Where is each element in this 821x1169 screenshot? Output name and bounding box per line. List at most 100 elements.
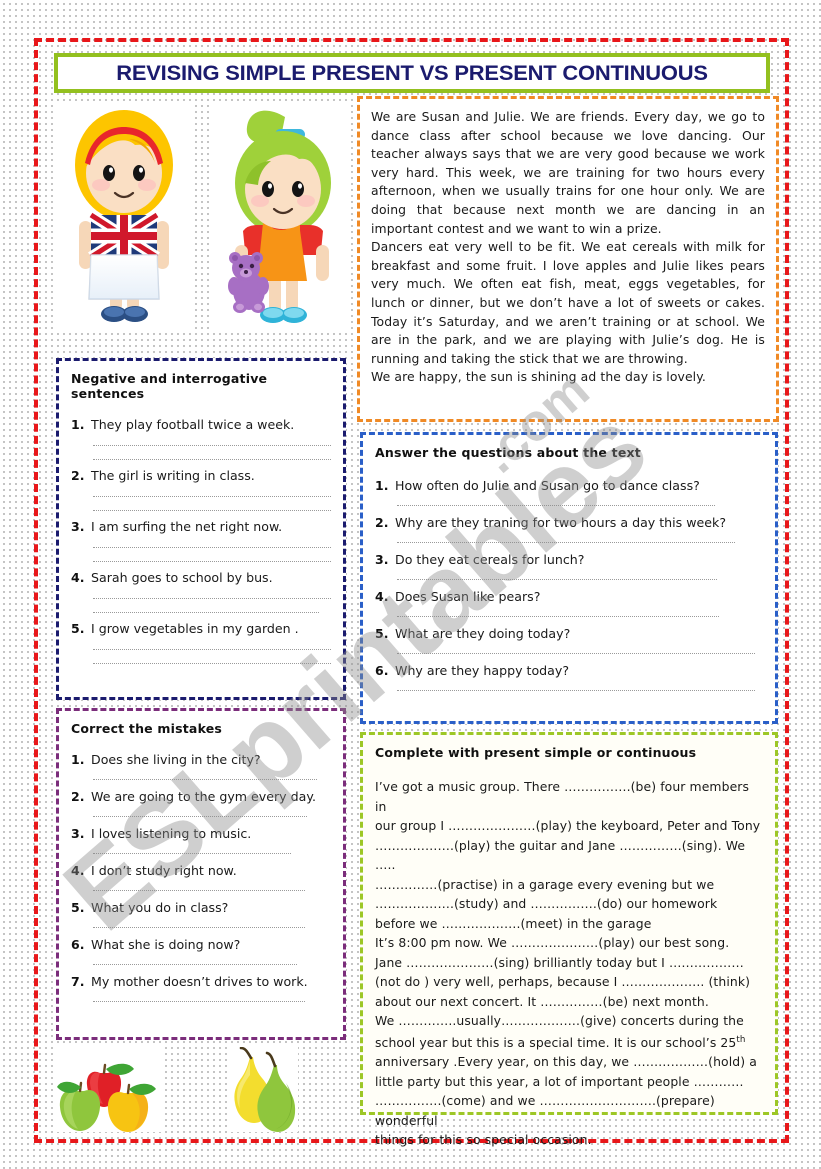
- mistakes-section-title: Correct the mistakes: [71, 721, 223, 736]
- cloze-line[interactable]: ……………….(study) and …………….(do) our homewo…: [375, 894, 763, 914]
- item-number: 2.: [71, 468, 85, 483]
- answer-line[interactable]: [397, 542, 735, 543]
- answer-line[interactable]: [93, 853, 291, 854]
- exercise-item: 3. I loves listening to music.: [71, 826, 331, 841]
- answer-line[interactable]: [93, 816, 307, 817]
- answer-line[interactable]: [93, 890, 305, 891]
- answer-line[interactable]: [93, 612, 319, 613]
- cloze-line-with-ordinal[interactable]: school year but this is a special time. …: [375, 1031, 763, 1053]
- item-text: I am surfing the net right now.: [91, 519, 283, 534]
- item-text: They play football twice a week.: [91, 417, 295, 432]
- item-number: 5.: [375, 626, 389, 641]
- item-text: Do they eat cereals for lunch?: [395, 552, 585, 567]
- exercise-item: 2. We are going to the gym every day.: [71, 789, 331, 804]
- item-text: Does she living in the city?: [91, 752, 261, 767]
- cloze-line[interactable]: ……………(practise) in a garage every evenin…: [375, 875, 763, 895]
- illustration-green-hair-girl: [213, 103, 348, 329]
- cloze-line[interactable]: Jane …………………(sing) brilliantly today but…: [375, 953, 763, 973]
- cloze-line[interactable]: ……………….(play) the guitar and Jane ……………(…: [375, 836, 763, 875]
- item-text: My mother doesn’t drives to work.: [91, 974, 308, 989]
- answer-line[interactable]: [397, 579, 717, 580]
- cloze-line[interactable]: …………….(come) and we ……………………….(prepare) …: [375, 1091, 763, 1130]
- item-text: We are going to the gym every day.: [91, 789, 317, 804]
- answer-line[interactable]: [93, 510, 331, 511]
- answer-line[interactable]: [93, 459, 331, 460]
- answer-line[interactable]: [397, 690, 755, 691]
- answer-line[interactable]: [397, 505, 715, 506]
- exercise-item: 4. I don’t study right now.: [71, 863, 331, 878]
- exercise-item: 4. Does Susan like pears?: [375, 589, 763, 604]
- cloze-line[interactable]: I’ve got a music group. There …………….(be)…: [375, 777, 763, 816]
- reading-passage-panel: We are Susan and Julie. We are friends. …: [357, 96, 779, 422]
- answer-line[interactable]: [397, 653, 755, 654]
- complete-tense-panel: Complete with present simple or continuo…: [360, 732, 778, 1147]
- item-number: 4.: [375, 589, 389, 604]
- item-number: 3.: [71, 519, 85, 534]
- item-number: 1.: [375, 478, 389, 493]
- item-number: 1.: [71, 417, 85, 432]
- item-number: 2.: [71, 789, 85, 804]
- cloze-line[interactable]: It’s 8:00 pm now. We …………………(play) our b…: [375, 933, 763, 953]
- exercise-item: 3. I am surfing the net right now.: [71, 519, 331, 534]
- exercise-item: 5. What are they doing today?: [375, 626, 763, 641]
- illustration-apples: [56, 1047, 164, 1132]
- answer-line[interactable]: [93, 598, 331, 599]
- reading-paragraph-1: We are Susan and Julie. We are friends. …: [371, 109, 765, 236]
- item-number: 5.: [71, 621, 85, 636]
- illustration-pears: [228, 1046, 298, 1132]
- cloze-line[interactable]: anniversary .Every year, on this day, we…: [375, 1052, 763, 1072]
- exercise-item: 2. Why are they traning for two hours a …: [375, 515, 763, 530]
- item-number: 5.: [71, 900, 85, 915]
- exercise-item: 4. Sarah goes to school by bus.: [71, 570, 331, 585]
- answer-line[interactable]: [93, 964, 297, 965]
- answer-line[interactable]: [397, 616, 719, 617]
- answer-line[interactable]: [93, 779, 317, 780]
- page-title-box: REVISING SIMPLE PRESENT VS PRESENT CONTI…: [54, 53, 770, 93]
- answer-line[interactable]: [93, 445, 331, 446]
- item-text: Why are they happy today?: [395, 663, 570, 678]
- answer-questions-panel: Answer the questions about the text 1. H…: [360, 432, 778, 724]
- item-number: 2.: [375, 515, 389, 530]
- exercise-item: 1. They play football twice a week.: [71, 417, 331, 432]
- answer-line[interactable]: [93, 496, 331, 497]
- reading-paragraph-3: We are happy, the sun is shining ad the …: [371, 369, 706, 385]
- page-title: REVISING SIMPLE PRESENT VS PRESENT CONTI…: [116, 60, 708, 85]
- cloze-line[interactable]: before we ……………….(meet) in the garage: [375, 914, 763, 934]
- item-number: 6.: [71, 937, 85, 952]
- exercise-item: 6. Why are they happy today?: [375, 663, 763, 678]
- cloze-line[interactable]: little party but this year, a lot of imp…: [375, 1072, 763, 1092]
- exercise-item: 6. What she is doing now?: [71, 937, 331, 952]
- reading-paragraph-2: Dancers eat very well to be fit. We eat …: [371, 239, 765, 366]
- exercise-item: 5. What you do in class?: [71, 900, 331, 915]
- cloze-line[interactable]: about our next concert. It ……………(be) nex…: [375, 992, 763, 1012]
- answer-line[interactable]: [93, 1001, 305, 1002]
- answer-line[interactable]: [93, 547, 331, 548]
- cloze-line[interactable]: We …………..usually……………….(give) concerts d…: [375, 1011, 763, 1031]
- item-number: 4.: [71, 863, 85, 878]
- ordinal-suffix: th: [736, 1034, 746, 1045]
- answer-line[interactable]: [93, 927, 305, 928]
- item-text: What you do in class?: [91, 900, 229, 915]
- correct-mistakes-panel: Correct the mistakes 1. Does she living …: [56, 708, 346, 1040]
- answer-line[interactable]: [93, 663, 331, 664]
- exercise-item: 1. Does she living in the city?: [71, 752, 331, 767]
- item-text: Does Susan like pears?: [395, 589, 541, 604]
- answer-line[interactable]: [93, 561, 331, 562]
- exercise-item: 5. I grow vegetables in my garden .: [71, 621, 331, 636]
- item-number: 6.: [375, 663, 389, 678]
- questions-section-title: Answer the questions about the text: [375, 445, 641, 460]
- negative-section-title: Negative and interrogative sentences: [71, 371, 268, 401]
- item-text: Sarah goes to school by bus.: [91, 570, 273, 585]
- answer-line[interactable]: [93, 649, 331, 650]
- item-text: I grow vegetables in my garden .: [91, 621, 299, 636]
- item-text: I loves listening to music.: [91, 826, 252, 841]
- exercise-item: 3. Do they eat cereals for lunch?: [375, 552, 763, 567]
- item-text: What she is doing now?: [91, 937, 241, 952]
- item-number: 7.: [71, 974, 85, 989]
- cloze-line[interactable]: things for this so special occasion.: [375, 1130, 763, 1150]
- exercise-item: 1. How often do Julie and Susan go to da…: [375, 478, 763, 493]
- cloze-line[interactable]: (not do ) very well, perhaps, because I …: [375, 972, 763, 992]
- cloze-line[interactable]: our group I …………………(play) the keyboard, …: [375, 816, 763, 836]
- item-number: 3.: [375, 552, 389, 567]
- item-text: What are they doing today?: [395, 626, 571, 641]
